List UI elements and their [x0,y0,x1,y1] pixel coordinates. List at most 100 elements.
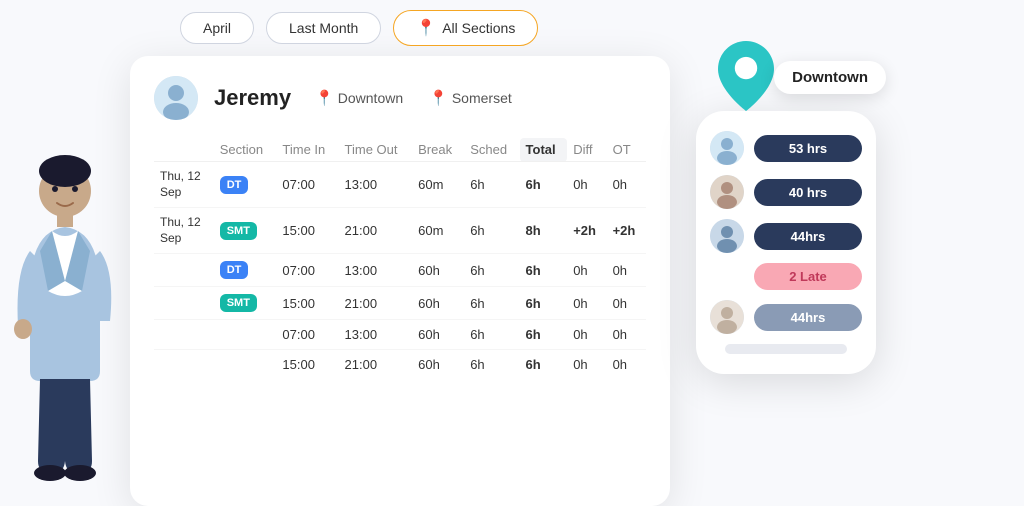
break-cell: 60m [412,162,464,208]
ot-cell: 0h [607,254,646,287]
time_out-cell: 13:00 [339,162,413,208]
hrs-badge-1: 53 hrs [754,135,862,162]
hrs-badge-4: 44hrs [754,304,862,331]
time_out-cell: 13:00 [339,254,413,287]
col-date [154,138,214,162]
diff-cell: 0h [567,350,606,380]
col-timein: Time In [276,138,338,162]
sched-cell: 6h [464,350,519,380]
diff-cell: 0h [567,320,606,350]
location-downtown: 📍 Downtown [315,89,403,107]
section-cell: SMT [214,287,277,320]
main-area: Jeremy 📍 Downtown 📍 Somerset Section Tim… [0,56,1024,506]
date-cell: Thu, 12Sep [154,162,214,208]
section-badge: DT [220,261,249,279]
section-cell [214,350,277,380]
schedule-card: Jeremy 📍 Downtown 📍 Somerset Section Tim… [130,56,670,506]
col-sched: Sched [464,138,519,162]
employee-name: Jeremy [214,85,291,111]
ot-cell: 0h [607,162,646,208]
table-row: Thu, 12SepDT07:0013:0060m6h6h0h0h [154,162,646,208]
time_in-cell: 15:00 [276,208,338,254]
person-illustration [0,56,130,506]
break-cell: 60m [412,208,464,254]
ot-cell: +2h [607,208,646,254]
staff-row-1: 53 hrs [710,131,862,165]
staff-avatar-2 [710,175,744,209]
section-cell: SMT [214,208,277,254]
period-filter-button[interactable]: Last Month [266,12,381,44]
staff-row-3: 44hrs [710,219,862,253]
hrs-badge-3: 44hrs [754,223,862,250]
right-panel: Downtown 53 hrs [686,56,886,506]
section-cell: DT [214,254,277,287]
break-cell: 60h [412,287,464,320]
time_in-cell: 15:00 [276,350,338,380]
staff-avatar-4 [710,300,744,334]
staff-row-2: 40 hrs [710,175,862,209]
ghost-line-1 [725,344,847,354]
section-badge: SMT [220,222,257,240]
section-badge: SMT [220,294,257,312]
sched-cell: 6h [464,162,519,208]
pin-somerset-icon: 📍 [429,89,448,107]
staff-avatar-3 [710,219,744,253]
total-cell: 6h [520,287,568,320]
time_in-cell: 07:00 [276,320,338,350]
section-cell: DT [214,162,277,208]
diff-cell: 0h [567,162,606,208]
top-filter-bar: April Last Month 📍 All Sections [0,0,1024,46]
ot-cell: 0h [607,287,646,320]
date-cell: Thu, 12Sep [154,208,214,254]
date-cell [154,350,214,380]
total-cell: 6h [520,254,568,287]
late-badge: 2 Late [754,263,862,290]
phone-mockup: 53 hrs 40 hrs [696,111,876,374]
staff-avatar-1 [710,131,744,165]
table-row: SMT15:0021:0060h6h6h0h0h [154,287,646,320]
section-filter-button[interactable]: 📍 All Sections [393,10,538,46]
sched-cell: 6h [464,320,519,350]
time_in-cell: 07:00 [276,254,338,287]
table-row: Thu, 12SepSMT15:0021:0060m6h8h+2h+2h [154,208,646,254]
total-cell: 6h [520,162,568,208]
section-label: All Sections [442,20,515,36]
total-cell: 8h [520,208,568,254]
location-somerset: 📍 Somerset [429,89,512,107]
avatar [154,76,198,120]
big-location-pin [716,41,776,111]
hrs-badge-2: 40 hrs [754,179,862,206]
person-svg [10,146,120,496]
date-cell [154,254,214,287]
col-section: Section [214,138,277,162]
time_out-cell: 13:00 [339,320,413,350]
sched-cell: 6h [464,208,519,254]
ot-cell: 0h [607,320,646,350]
table-row: 07:0013:0060h6h6h0h0h [154,320,646,350]
col-total: Total [520,138,568,162]
break-cell: 60h [412,350,464,380]
table-row: DT07:0013:0060h6h6h0h0h [154,254,646,287]
diff-cell: +2h [567,208,606,254]
diff-cell: 0h [567,254,606,287]
time_in-cell: 07:00 [276,162,338,208]
col-break: Break [412,138,464,162]
schedule-table: Section Time In Time Out Break Sched Tot… [154,138,646,379]
col-diff: Diff [567,138,606,162]
ot-cell: 0h [607,350,646,380]
date-cell [154,320,214,350]
total-cell: 6h [520,350,568,380]
late-row: 2 Late [710,263,862,290]
downtown-label: Downtown [774,61,886,94]
sched-cell: 6h [464,254,519,287]
total-cell: 6h [520,320,568,350]
time_out-cell: 21:00 [339,287,413,320]
break-cell: 60h [412,320,464,350]
time_out-cell: 21:00 [339,208,413,254]
staff-row-4: 44hrs [710,300,862,334]
sched-cell: 6h [464,287,519,320]
pin-icon: 📍 [416,18,436,38]
section-badge: DT [220,176,249,194]
pin-downtown-icon: 📍 [315,89,334,107]
month-filter-button[interactable]: April [180,12,254,44]
